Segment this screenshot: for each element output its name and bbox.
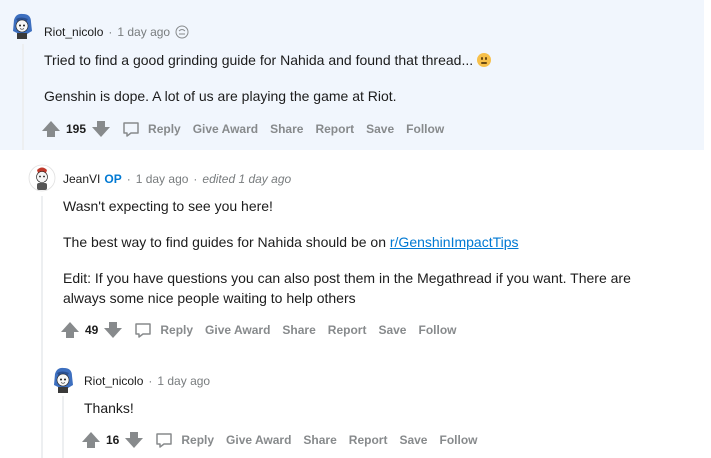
comment-bubble-icon xyxy=(156,433,173,448)
give-award-button[interactable]: Give Award xyxy=(193,122,258,136)
comment-actions: 195 Reply Give Award Share Report Save F… xyxy=(40,119,444,139)
save-button[interactable]: Save xyxy=(399,433,427,447)
report-label: Report xyxy=(315,122,355,136)
upvote-icon[interactable] xyxy=(80,430,102,450)
save-label: Save xyxy=(399,433,428,447)
vote-group: 16 xyxy=(80,430,145,450)
timestamp[interactable]: 1 day ago xyxy=(136,172,189,186)
comment-meta: Riot_nicolo · 1 day ago xyxy=(84,374,210,388)
reply-button[interactable]: Reply xyxy=(134,321,193,339)
report-button[interactable]: Report xyxy=(315,122,354,136)
share-button[interactable]: Share xyxy=(282,323,315,337)
avatar-icon[interactable] xyxy=(28,164,56,192)
comment-body-line: Edit: If you have questions you can also… xyxy=(63,270,631,286)
subreddit-link[interactable]: r/GenshinImpactTips xyxy=(390,234,519,250)
vote-group: 49 xyxy=(59,320,124,340)
report-label: Report xyxy=(327,323,367,337)
comment-actions: 49 Reply Give Award Share Report Save Fo… xyxy=(59,320,456,340)
emoji-icon xyxy=(477,53,492,67)
follow-button[interactable]: Follow xyxy=(418,323,456,337)
timestamp[interactable]: 1 day ago xyxy=(117,25,170,39)
vote-score: 49 xyxy=(85,323,99,337)
reply-label: Reply xyxy=(181,433,215,447)
comment-body-line: Tried to find a good grinding guide for … xyxy=(44,50,492,71)
reply-label: Reply xyxy=(160,323,194,337)
comment-bubble-icon xyxy=(123,122,139,137)
reply-label: Reply xyxy=(148,122,181,136)
author-name[interactable]: JeanVI xyxy=(63,172,100,186)
thread-line[interactable] xyxy=(41,196,43,458)
share-label: Share xyxy=(270,122,304,136)
save-button[interactable]: Save xyxy=(366,122,394,136)
comment-meta: Riot_nicolo · 1 day ago xyxy=(44,25,190,39)
comment-body-line: Genshin is dope. A lot of us are playing… xyxy=(44,88,397,104)
downvote-icon[interactable] xyxy=(102,320,124,340)
follow-label: Follow xyxy=(406,122,445,136)
share-label: Share xyxy=(303,433,337,447)
save-label: Save xyxy=(378,323,407,337)
share-label: Share xyxy=(282,323,316,337)
follow-label: Follow xyxy=(418,323,457,337)
edited-timestamp: edited 1 day ago xyxy=(202,172,292,186)
share-button[interactable]: Share xyxy=(270,122,303,136)
reply-button[interactable]: Reply xyxy=(155,431,214,449)
share-button[interactable]: Share xyxy=(303,433,336,447)
separator-dot: · xyxy=(126,172,131,186)
downvote-icon[interactable] xyxy=(90,119,112,139)
author-name[interactable]: Riot_nicolo xyxy=(44,25,103,39)
op-badge: OP xyxy=(104,172,122,186)
give-award-button[interactable]: Give Award xyxy=(205,323,270,337)
separator-dot: · xyxy=(193,172,198,186)
upvote-icon[interactable] xyxy=(40,119,62,139)
follow-label: Follow xyxy=(439,433,478,447)
comment-text: Tried to find a good grinding guide for … xyxy=(44,52,474,68)
comment-body-line: The best way to find guides for Nahida s… xyxy=(63,232,519,253)
vote-group: 195 xyxy=(40,119,112,139)
give-award-label: Give Award xyxy=(205,323,271,337)
thread-line[interactable] xyxy=(22,44,24,150)
reply-button[interactable]: Reply xyxy=(122,120,181,138)
avatar-icon[interactable] xyxy=(49,364,77,396)
save-button[interactable]: Save xyxy=(378,323,406,337)
comment-bubble-icon xyxy=(135,323,152,338)
vote-score: 16 xyxy=(106,433,120,447)
save-label: Save xyxy=(366,122,395,136)
comment-body-line: Thanks! xyxy=(84,400,134,416)
separator-dot: · xyxy=(148,374,153,388)
comment-actions: 16 Reply Give Award Share Report Save Fo… xyxy=(80,430,477,450)
report-button[interactable]: Report xyxy=(349,433,388,447)
thread-line[interactable] xyxy=(62,396,64,458)
author-name[interactable]: Riot_nicolo xyxy=(84,374,143,388)
downvote-icon[interactable] xyxy=(123,430,145,450)
vote-score: 195 xyxy=(66,122,87,136)
give-award-label: Give Award xyxy=(226,433,292,447)
comment-body-line: Wasn't expecting to see you here! xyxy=(63,198,273,214)
follow-button[interactable]: Follow xyxy=(406,122,444,136)
timestamp[interactable]: 1 day ago xyxy=(157,374,210,388)
comment-text: The best way to find guides for Nahida s… xyxy=(63,234,390,250)
comment-body-line: always some nice people waiting to help … xyxy=(63,290,356,306)
upvote-icon[interactable] xyxy=(59,320,81,340)
comment-meta: JeanVI OP · 1 day ago · edited 1 day ago xyxy=(63,172,291,186)
follow-button[interactable]: Follow xyxy=(439,433,477,447)
award-icon xyxy=(175,25,189,39)
give-award-label: Give Award xyxy=(192,122,259,136)
separator-dot: · xyxy=(108,25,113,39)
give-award-button[interactable]: Give Award xyxy=(226,433,291,447)
report-button[interactable]: Report xyxy=(328,323,367,337)
avatar-icon[interactable] xyxy=(8,12,36,40)
report-label: Report xyxy=(348,433,388,447)
